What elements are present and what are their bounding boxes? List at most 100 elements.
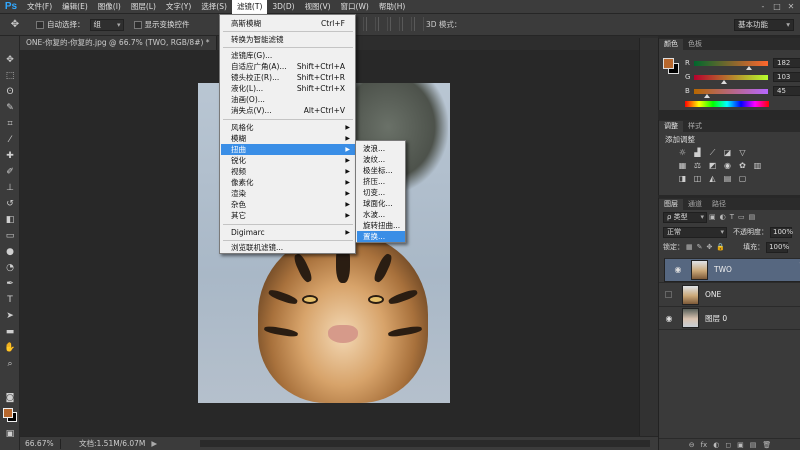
align-icon[interactable]: [414, 17, 424, 31]
path-select-tool-icon[interactable]: ➤: [4, 310, 16, 322]
menu-view[interactable]: 视图(V): [300, 0, 336, 14]
visibility-off-box[interactable]: [665, 291, 672, 298]
distort-item-twirl[interactable]: 旋转扭曲...: [357, 220, 405, 231]
color-lookup-icon[interactable]: ▥: [752, 161, 763, 171]
threshold-icon[interactable]: ◭: [707, 174, 718, 184]
hand-tool-icon[interactable]: ✋: [4, 342, 16, 354]
filter-item-liquify[interactable]: 液化(L)... Shift+Ctrl+X: [221, 83, 355, 94]
black-white-icon[interactable]: ◩: [707, 161, 718, 171]
green-value-input[interactable]: 103: [773, 72, 800, 82]
auto-select-checkbox[interactable]: [36, 20, 44, 29]
distort-item-ripple[interactable]: 波纹...: [357, 154, 405, 165]
color-balance-icon[interactable]: ⚖: [692, 161, 703, 171]
distort-item-displace[interactable]: 置换...: [357, 231, 405, 242]
brightness-icon[interactable]: ☼: [677, 148, 688, 158]
filter-item-convert-smart[interactable]: 转换为智能滤镜: [221, 34, 355, 45]
layer-mask-icon[interactable]: ◻: [725, 439, 731, 450]
maximize-icon[interactable]: □: [770, 0, 784, 14]
filter-item-gallery[interactable]: 滤镜库(G)...: [221, 50, 355, 61]
distort-item-wave[interactable]: 波浪...: [357, 143, 405, 154]
close-icon[interactable]: ✕: [784, 0, 798, 14]
filter-item-pixelate[interactable]: 像素化 ▶: [221, 177, 355, 188]
healing-tool-icon[interactable]: ✚: [4, 150, 16, 162]
filter-item-lens-correction[interactable]: 镜头校正(R)... Shift+Ctrl+R: [221, 72, 355, 83]
move-tool-preset-icon[interactable]: ✥: [4, 17, 26, 33]
menu-3d[interactable]: 3D(D): [267, 0, 299, 14]
visibility-eye-icon[interactable]: ◉: [671, 265, 685, 275]
green-slider-thumb[interactable]: [721, 80, 727, 84]
lock-image-icon[interactable]: ✎: [697, 243, 703, 251]
tab-swatches[interactable]: 色板: [683, 39, 707, 50]
color-spectrum-bar[interactable]: [685, 101, 769, 107]
filter-item-sharpen[interactable]: 锐化 ▶: [221, 155, 355, 166]
hue-saturation-icon[interactable]: ▦: [677, 161, 688, 171]
tab-channels[interactable]: 通道: [683, 199, 707, 210]
eraser-tool-icon[interactable]: ◧: [4, 214, 16, 226]
exposure-icon[interactable]: ◪: [722, 148, 733, 158]
history-brush-tool-icon[interactable]: ↺: [4, 198, 16, 210]
filter-item-stylize[interactable]: 风格化 ▶: [221, 122, 355, 133]
lock-position-icon[interactable]: ✥: [707, 243, 713, 251]
levels-icon[interactable]: ▟: [692, 148, 703, 158]
distort-item-pinch[interactable]: 挤压...: [357, 176, 405, 187]
horizontal-scrollbar[interactable]: [200, 440, 650, 447]
filter-pixel-icon[interactable]: ▣: [709, 213, 716, 221]
dodge-tool-icon[interactable]: ◔: [4, 262, 16, 274]
filter-item-adaptive-wide-angle[interactable]: 自适应广角(A)... Shift+Ctrl+A: [221, 61, 355, 72]
align-icon[interactable]: [402, 17, 412, 31]
fx-icon[interactable]: fx: [701, 439, 708, 450]
filter-item-last-filter[interactable]: 高斯模糊 Ctrl+F: [221, 18, 355, 29]
blend-mode-dropdown[interactable]: 正常: [663, 226, 727, 238]
red-value-input[interactable]: 182: [773, 58, 800, 68]
filter-item-other[interactable]: 其它 ▶: [221, 210, 355, 221]
selective-color-icon[interactable]: ▢: [737, 174, 748, 184]
menu-edit[interactable]: 编辑(E): [57, 0, 93, 14]
adjustment-layer-icon[interactable]: ◐: [713, 439, 719, 450]
align-icon[interactable]: [378, 17, 388, 31]
menu-filter[interactable]: 滤镜(T): [231, 0, 268, 14]
layer-row-layer0[interactable]: ◉ 图层 0: [659, 306, 800, 330]
tab-layers[interactable]: 图层: [659, 199, 683, 210]
tab-paths[interactable]: 路径: [707, 199, 731, 210]
filter-item-digimarc[interactable]: Digimarc ▶: [221, 227, 355, 238]
layer-row-one[interactable]: ONE: [659, 282, 800, 306]
gradient-tool-icon[interactable]: ▭: [4, 230, 16, 242]
align-icon[interactable]: [366, 17, 376, 31]
layer-row-two[interactable]: ◉ TWO: [664, 258, 800, 282]
distort-item-zigzag[interactable]: 水波...: [357, 209, 405, 220]
filter-item-oil-paint[interactable]: 油画(O)...: [221, 94, 355, 105]
zoom-tool-icon[interactable]: ⌕: [4, 358, 16, 370]
filter-type-icon[interactable]: T: [730, 213, 734, 221]
channel-mixer-icon[interactable]: ✿: [737, 161, 748, 171]
filter-item-distort[interactable]: 扭曲 ▶: [221, 144, 355, 155]
color-panel-foreground[interactable]: [663, 58, 674, 69]
type-tool-icon[interactable]: T: [4, 294, 16, 306]
filter-item-noise[interactable]: 杂色 ▶: [221, 199, 355, 210]
green-slider[interactable]: [694, 75, 768, 80]
clone-stamp-tool-icon[interactable]: ⊥: [4, 182, 16, 194]
quick-mask-icon[interactable]: ◙: [4, 392, 16, 404]
distort-item-spherize[interactable]: 球面化...: [357, 198, 405, 209]
tab-adjustments[interactable]: 调整: [659, 121, 683, 132]
layer-kind-filter[interactable]: ρ 类型: [663, 211, 707, 223]
filter-shape-icon[interactable]: ▭: [738, 213, 745, 221]
filter-adjust-icon[interactable]: ◐: [720, 213, 726, 221]
minimize-icon[interactable]: -: [756, 0, 770, 14]
vibrance-icon[interactable]: ▽: [737, 148, 748, 158]
workspace-dropdown[interactable]: 基本功能: [734, 19, 794, 31]
move-tool-icon[interactable]: ✥: [4, 54, 16, 66]
gradient-map-icon[interactable]: ▤: [722, 174, 733, 184]
menu-type[interactable]: 文字(Y): [161, 0, 196, 14]
foreground-color-swatch[interactable]: [3, 408, 13, 418]
opacity-input[interactable]: 100%: [770, 226, 793, 238]
visibility-eye-icon[interactable]: ◉: [662, 314, 676, 323]
blue-value-input[interactable]: 45: [773, 86, 800, 96]
fill-input[interactable]: 100%: [766, 241, 789, 253]
quick-select-tool-icon[interactable]: ✎: [4, 102, 16, 114]
eyedropper-tool-icon[interactable]: ⁄: [4, 134, 16, 146]
filter-smart-icon[interactable]: ▤: [749, 213, 756, 221]
new-group-icon[interactable]: ▣: [737, 439, 744, 450]
lock-transparent-icon[interactable]: ▦: [686, 243, 693, 251]
filter-item-render[interactable]: 渲染 ▶: [221, 188, 355, 199]
invert-icon[interactable]: ◨: [677, 174, 688, 184]
